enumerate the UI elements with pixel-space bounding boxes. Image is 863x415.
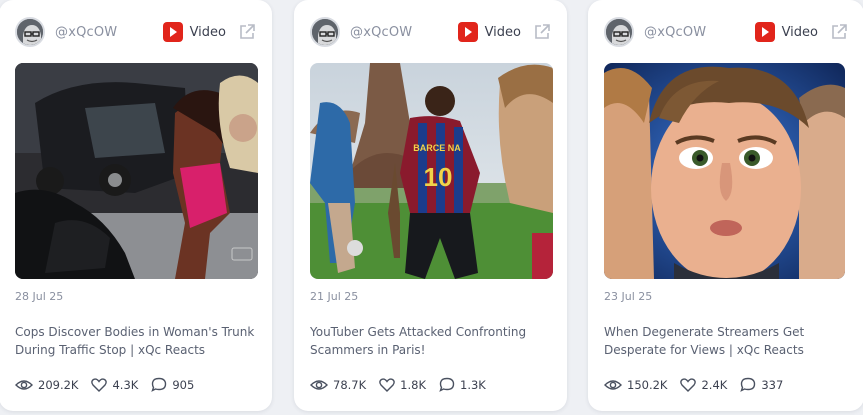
platform-group: Video: [457, 22, 551, 42]
views-count: 78.7K: [333, 377, 367, 392]
video-card[interactable]: @xQcOW Video: [0, 0, 272, 411]
video-title[interactable]: Cops Discover Bodies in Woman's Trunk Du…: [15, 323, 258, 359]
external-link-icon[interactable]: [533, 23, 551, 41]
avatar[interactable]: [604, 17, 634, 47]
video-card[interactable]: @xQcOW Video: [588, 0, 863, 411]
content-type-label: Video: [484, 24, 521, 40]
likes-stat: 2.4K: [680, 378, 727, 392]
video-thumbnail[interactable]: BARCE NA 10: [310, 63, 553, 279]
comments-stat: 905: [151, 377, 194, 392]
views-stat: 150.2K: [604, 378, 667, 392]
external-link-icon[interactable]: [830, 23, 848, 41]
jersey-number: 10: [424, 162, 453, 192]
views-count: 209.2K: [38, 377, 79, 392]
engagement-stats: 78.7K 1.8K 1.3K: [310, 377, 499, 392]
author-handle[interactable]: @xQcOW: [350, 25, 412, 40]
likes-stat: 1.8K: [379, 378, 426, 392]
card-header: @xQcOW Video: [604, 16, 848, 48]
comment-icon: [740, 377, 756, 392]
heart-icon: [680, 377, 697, 392]
youtube-icon: [754, 22, 775, 42]
video-thumbnail[interactable]: [15, 63, 258, 279]
views-count: 150.2K: [627, 377, 668, 392]
content-type-label: Video: [189, 24, 226, 40]
likes-count: 4.3K: [112, 377, 139, 392]
eye-icon: [604, 379, 622, 390]
jersey-text: BARCE NA: [413, 143, 461, 153]
comments-stat: 1.3K: [439, 377, 486, 392]
comments-stat: 337: [740, 377, 783, 392]
publish-date: 21 Jul 25: [310, 290, 359, 303]
avatar[interactable]: [15, 17, 45, 47]
comments-count: 905: [172, 377, 195, 392]
external-link-icon[interactable]: [238, 23, 256, 41]
comment-icon: [151, 377, 167, 392]
views-stat: 78.7K: [310, 378, 366, 392]
author-handle[interactable]: @xQcOW: [644, 25, 706, 40]
card-header: @xQcOW Video: [15, 16, 256, 48]
engagement-stats: 209.2K 4.3K 905: [15, 377, 207, 392]
content-type-label: Video: [781, 24, 818, 40]
video-title[interactable]: YouTuber Gets Attacked Confronting Scamm…: [310, 323, 553, 359]
platform-group: Video: [754, 22, 848, 42]
youtube-icon: [457, 22, 478, 42]
comments-count: 1.3K: [460, 377, 486, 392]
avatar[interactable]: [310, 17, 340, 47]
youtube-icon: [162, 22, 183, 42]
card-header: @xQcOW Video: [310, 16, 551, 48]
author-handle[interactable]: @xQcOW: [55, 25, 117, 40]
likes-count: 2.4K: [701, 377, 728, 392]
platform-group: Video: [162, 22, 256, 42]
publish-date: 28 Jul 25: [15, 290, 64, 303]
comment-icon: [439, 377, 455, 392]
engagement-stats: 150.2K 2.4K 337: [604, 377, 796, 392]
video-title[interactable]: When Degenerate Streamers Get Desperate …: [604, 323, 850, 359]
video-card[interactable]: @xQcOW Video: [294, 0, 567, 411]
eye-icon: [310, 379, 328, 390]
heart-icon: [91, 377, 108, 392]
views-stat: 209.2K: [15, 378, 78, 392]
comments-count: 337: [761, 377, 784, 392]
video-thumbnail[interactable]: [604, 63, 845, 279]
publish-date: 23 Jul 25: [604, 290, 653, 303]
likes-count: 1.8K: [400, 377, 426, 392]
heart-icon: [379, 377, 395, 392]
eye-icon: [15, 379, 33, 390]
likes-stat: 4.3K: [91, 378, 138, 392]
